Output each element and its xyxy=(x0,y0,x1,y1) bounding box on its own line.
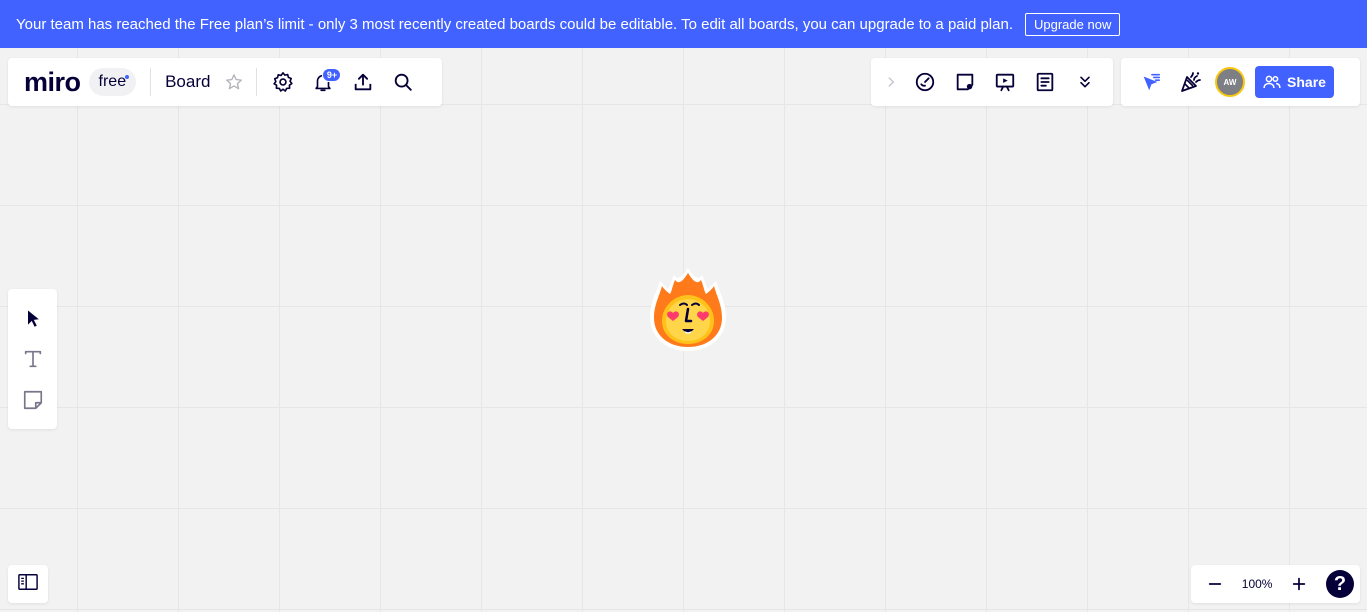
plan-badge[interactable]: free xyxy=(88,68,137,96)
tools-panel xyxy=(871,58,1113,106)
upload-icon[interactable] xyxy=(343,62,383,102)
avatar[interactable]: AW xyxy=(1215,67,1245,97)
fire-emoji-sticker[interactable] xyxy=(648,265,728,353)
sidebar-panel-icon xyxy=(17,572,39,597)
upgrade-now-button[interactable]: Upgrade now xyxy=(1025,12,1121,36)
plan-dot xyxy=(125,75,130,79)
celebrate-icon[interactable] xyxy=(1171,62,1211,102)
presentation-icon[interactable] xyxy=(985,62,1025,102)
board-name[interactable]: Board xyxy=(165,72,210,92)
share-label: Share xyxy=(1287,74,1326,90)
board-sidebar-toggle[interactable] xyxy=(8,565,48,603)
notifications-badge: 9+ xyxy=(322,68,342,82)
plan-label: free xyxy=(98,73,127,90)
zoom-in-icon[interactable] xyxy=(1285,570,1313,598)
zoom-controls: 100% ? xyxy=(1191,565,1360,603)
notes-icon[interactable] xyxy=(1025,62,1065,102)
divider xyxy=(150,68,152,96)
banner-message: Your team has reached the Free plan’s li… xyxy=(16,15,1013,33)
sticky-note-icon[interactable] xyxy=(13,380,53,420)
share-button[interactable]: Share xyxy=(1255,66,1334,98)
search-icon[interactable] xyxy=(383,62,423,102)
card-icon[interactable] xyxy=(945,62,985,102)
double-chevron-down-icon[interactable] xyxy=(1065,62,1105,102)
help-button[interactable]: ? xyxy=(1326,570,1354,598)
divider xyxy=(256,68,258,96)
zoom-out-icon[interactable] xyxy=(1201,570,1229,598)
chevron-right-icon[interactable] xyxy=(877,62,905,102)
creation-toolbar xyxy=(8,289,57,429)
bell-icon[interactable]: 9+ xyxy=(303,62,343,102)
zoom-level[interactable]: 100% xyxy=(1242,577,1273,591)
cursor-filter-icon[interactable] xyxy=(1131,62,1171,102)
miro-logo[interactable]: miro xyxy=(24,67,81,98)
star-icon[interactable] xyxy=(220,62,248,102)
select-icon[interactable] xyxy=(13,298,53,338)
settings-icon[interactable] xyxy=(263,62,303,102)
users-icon xyxy=(1263,75,1281,89)
collaboration-panel: AW Share xyxy=(1121,58,1360,106)
timer-icon[interactable] xyxy=(905,62,945,102)
text-icon[interactable] xyxy=(13,339,53,379)
board-header: miro free Board 9+ xyxy=(8,58,442,106)
plan-limit-banner: Your team has reached the Free plan’s li… xyxy=(0,0,1367,48)
